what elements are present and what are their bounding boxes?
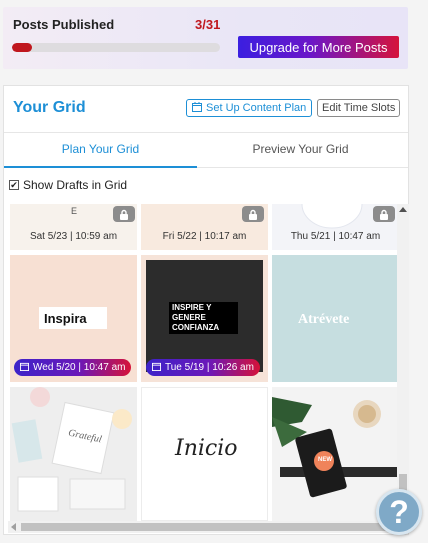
vertical-scrollbar[interactable] <box>397 204 409 524</box>
grid-header: Your Grid Set Up Content Plan Edit Time … <box>4 86 408 132</box>
horizontal-scroll-thumb[interactable] <box>21 523 386 531</box>
posts-published-label: Posts Published <box>13 17 115 32</box>
grid-post-tile[interactable]: Grateful <box>10 387 137 521</box>
question-mark-icon[interactable]: ? <box>376 489 422 535</box>
tab-plan-your-grid[interactable]: Plan Your Grid <box>4 133 197 168</box>
tile-date: Sat 5/23 | 10:59 am <box>29 231 118 242</box>
tile-date: Fri 5/22 | 10:17 am <box>162 231 247 242</box>
edit-time-slots-button[interactable]: Edit Time Slots <box>317 99 401 117</box>
grid-panel: Your Grid Set Up Content Plan Edit Time … <box>3 85 409 535</box>
posts-progress-bar <box>12 43 220 52</box>
tile-text: CONFIANZA <box>172 323 220 332</box>
tile-text: Inicio <box>175 436 238 461</box>
horizontal-scrollbar[interactable] <box>8 521 397 533</box>
scheduled-date-badge: Tue 5/19 | 10:26 am <box>146 359 260 376</box>
grid-post-tile[interactable]: Fri 5/22 | 10:17 am <box>141 204 268 250</box>
lock-icon <box>373 206 395 222</box>
tab-preview-your-grid[interactable]: Preview Your Grid <box>204 133 397 168</box>
tile-text: Atrévete <box>298 312 350 327</box>
show-drafts-checkbox[interactable]: ✔ <box>9 180 19 190</box>
posts-progress-fill <box>12 43 33 52</box>
grid-area: E Sat 5/23 | 10:59 am Fri 5/22 | 10:17 a… <box>8 204 397 521</box>
tile-text: INSPIRE Y <box>172 303 212 312</box>
posts-published-panel: Posts Published 3/31 Upgrade for More Po… <box>3 7 408 69</box>
upgrade-button[interactable]: Upgrade for More Posts <box>238 36 399 58</box>
grid-post-tile[interactable]: Inicio <box>141 387 268 521</box>
grid-post-tile[interactable]: INSPIRE Y GENERE CONFIANZA Tue 5/19 | 10… <box>141 255 268 382</box>
grid-tabs: Plan Your Grid Preview Your Grid <box>4 132 408 168</box>
calendar-icon <box>20 362 29 374</box>
tile-image <box>10 387 137 521</box>
grid-post-tile[interactable]: Atrévete <box>272 255 397 382</box>
show-drafts-label: Show Drafts in Grid <box>23 178 128 192</box>
show-drafts-toggle[interactable]: ✔ Show Drafts in Grid <box>9 178 127 192</box>
calendar-icon <box>192 101 202 115</box>
tile-letter: E <box>71 206 78 216</box>
grid-title: Your Grid <box>13 99 86 116</box>
grid-post-tile[interactable]: E Sat 5/23 | 10:59 am <box>10 204 137 250</box>
setup-content-plan-button[interactable]: Set Up Content Plan <box>186 99 313 117</box>
setup-content-plan-label: Set Up Content Plan <box>206 102 307 114</box>
scroll-left-arrow-icon[interactable] <box>11 523 16 531</box>
lock-icon <box>242 206 264 222</box>
calendar-icon <box>152 362 161 374</box>
scheduled-date-badge: Wed 5/20 | 10:47 am <box>14 359 132 376</box>
lock-icon <box>113 206 135 222</box>
grid-post-tile[interactable]: Thu 5/21 | 10:47 am <box>272 204 397 250</box>
scroll-up-arrow-icon[interactable] <box>399 207 407 212</box>
posts-published-count: 3/31 <box>195 17 221 32</box>
tile-text: GENERE <box>172 313 206 322</box>
tile-date: Wed 5/20 | 10:47 am <box>33 362 126 373</box>
tile-text: Inspira <box>44 311 87 326</box>
grid-post-tile[interactable]: Inspira Wed 5/20 | 10:47 am <box>10 255 137 382</box>
tile-date: Tue 5/19 | 10:26 am <box>165 362 254 373</box>
tile-text: NEW <box>318 457 332 463</box>
tile-date: Thu 5/21 | 10:47 am <box>290 231 381 242</box>
